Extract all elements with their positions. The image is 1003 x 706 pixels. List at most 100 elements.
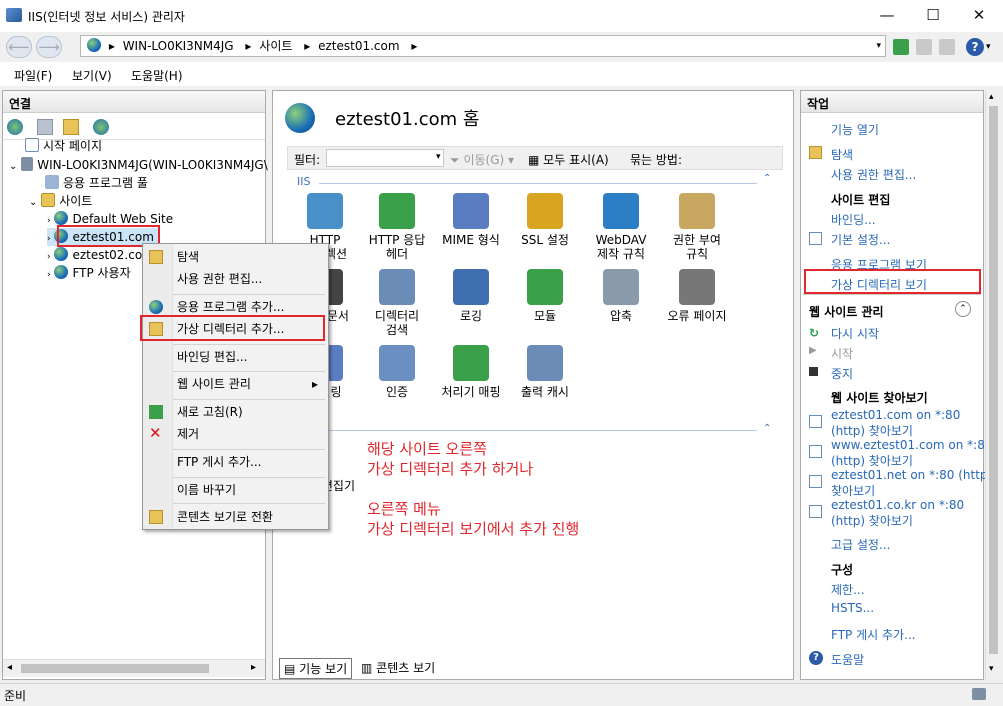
expand-caret[interactable]: ⌄ (9, 161, 17, 172)
expand-caret[interactable]: › (47, 234, 51, 244)
collapse-manage-icon[interactable]: ⌃ (955, 301, 971, 317)
tree-sites[interactable]: ⌄ 사이트 (29, 192, 92, 210)
feature-item[interactable]: 모듈 (509, 269, 581, 323)
feature-label: WebDAV 제작 규칙 (595, 233, 647, 261)
address-field[interactable]: ▸ WIN-LO0KI3NM4JG ▸ 사이트 ▸ eztest01.com ▸… (80, 35, 886, 57)
action-stop[interactable]: 중지 (831, 365, 853, 382)
feature-icon (603, 193, 639, 229)
cm-edit-bindings[interactable]: 바인딩 편집... (143, 346, 328, 368)
connect-icon[interactable] (7, 119, 23, 135)
collapse-other-icon[interactable]: ⌃ (763, 423, 771, 434)
back-button[interactable]: ⟵ (6, 36, 32, 58)
feature-item[interactable]: 디렉터리 검색 (361, 269, 433, 337)
disconnect-icon[interactable] (93, 119, 109, 135)
feature-item[interactable]: 출력 캐시 (509, 345, 581, 399)
add-application-icon (149, 300, 163, 314)
help-icon[interactable]: ? (966, 38, 984, 56)
cm-manage-website[interactable]: 웹 사이트 관리 ▸ (143, 373, 328, 395)
home-icon[interactable] (939, 39, 955, 55)
feature-item[interactable]: 오류 페이지 (661, 269, 733, 323)
action-add-ftp-publishing[interactable]: FTP 게시 추가... (831, 626, 916, 643)
cm-switch-content-view[interactable]: 콘텐츠 보기로 전환 (143, 506, 328, 528)
breadcrumb-sep: ▸ (108, 39, 115, 53)
show-all-button[interactable]: ▦ 모두 표시(A) (528, 151, 609, 168)
tab-content-view[interactable]: ▥ 콘텐츠 보기 (361, 659, 435, 676)
cm-refresh[interactable]: 새로 고침(R) (143, 401, 328, 423)
scroll-up-arrow[interactable]: ▴ (989, 92, 994, 102)
stop-icon[interactable] (916, 39, 932, 55)
tree-app-pools[interactable]: 응용 프로그램 풀 (45, 174, 148, 192)
start-icon: ▶ (809, 345, 817, 356)
action-help[interactable]: 도움말 (831, 651, 864, 668)
feature-label: 처리기 매핑 (441, 385, 501, 399)
filter-input[interactable] (326, 149, 444, 167)
minimize-button[interactable]: — (864, 0, 910, 32)
group-by-label[interactable]: 묶는 방법: (630, 151, 682, 168)
action-limits[interactable]: 제한... (831, 581, 865, 598)
up-folder-icon[interactable] (63, 119, 79, 135)
feature-item[interactable]: 인증 (361, 345, 433, 399)
collapse-iis-icon[interactable]: ⌃ (763, 173, 771, 184)
scroll-thumb[interactable] (989, 106, 998, 654)
actions-header: 작업 (801, 91, 983, 113)
feature-item[interactable]: WebDAV 제작 규칙 (585, 193, 657, 261)
collapse-caret[interactable]: › (47, 216, 51, 226)
collapse-caret[interactable]: › (47, 252, 51, 262)
feature-item[interactable]: 권한 부여 규칙 (661, 193, 733, 261)
scroll-right-arrow[interactable]: ▸ (251, 662, 256, 673)
go-button[interactable]: ⏷ 이동(G) ▾ (450, 151, 514, 168)
feature-item[interactable]: 로깅 (435, 269, 507, 323)
scroll-left-arrow[interactable]: ◂ (7, 662, 12, 673)
action-edit-permissions[interactable]: 사용 권한 편집... (831, 166, 916, 183)
action-restart[interactable]: 다시 시작 (831, 325, 879, 342)
feature-item[interactable]: HTTP 응답 헤더 (361, 193, 433, 261)
action-basic-settings[interactable]: 기본 설정... (831, 231, 890, 248)
filter-dropdown-icon[interactable]: ▾ (436, 152, 441, 162)
action-bindings[interactable]: 바인딩... (831, 211, 876, 228)
breadcrumb-sites[interactable]: 사이트 (259, 39, 292, 53)
feature-item[interactable]: 압축 (585, 269, 657, 323)
breadcrumb-site[interactable]: eztest01.com (318, 39, 399, 53)
action-open-feature[interactable]: 기능 열기 (831, 121, 879, 138)
annotation-line-4: 가상 디렉터리 보기에서 추가 진행 (367, 520, 580, 538)
close-button[interactable]: ✕ (956, 0, 1002, 32)
scroll-thumb[interactable] (21, 664, 209, 673)
browse-icon (809, 505, 822, 518)
tree-ftp-users[interactable]: › FTP 사용자 (47, 264, 131, 282)
feature-item[interactable]: 처리기 매핑 (435, 345, 507, 399)
left-hscrollbar[interactable]: ◂ ▸ (3, 659, 265, 677)
expand-caret[interactable]: ⌄ (29, 197, 37, 208)
action-explore[interactable]: 탐색 (831, 146, 853, 163)
maximize-button[interactable]: ☐ (910, 0, 956, 32)
action-browse-net[interactable]: eztest01.net on *:80 (http) 찾아보기 (831, 468, 992, 499)
feature-item[interactable]: SSL 설정 (509, 193, 581, 247)
feature-item[interactable]: MIME 형식 (435, 193, 507, 247)
tree-eztest02[interactable]: › eztest02.co (47, 246, 142, 264)
action-browse-cokr[interactable]: eztest01.co.kr on *:80 (http) 찾아보기 (831, 498, 964, 529)
action-browse-www[interactable]: www.eztest01.com on *:80 (http) 찾아보기 (831, 438, 992, 469)
cm-edit-permissions[interactable]: 사용 권한 편집... (143, 268, 328, 290)
tab-features-view[interactable]: ▤ 기능 보기 (279, 658, 353, 679)
forward-button[interactable]: ⟶ (36, 36, 62, 58)
menu-help[interactable]: 도움말(H) (131, 67, 183, 84)
save-icon[interactable] (37, 119, 53, 135)
cm-add-ftp-publishing[interactable]: FTP 게시 추가... (143, 451, 328, 473)
refresh-icon[interactable] (893, 39, 909, 55)
cm-remove[interactable]: ✕ 제거 (143, 423, 328, 445)
address-dropdown-icon[interactable]: ▾ (876, 36, 881, 56)
menu-view[interactable]: 보기(V) (72, 67, 112, 84)
action-start[interactable]: 시작 (831, 345, 853, 362)
cm-rename[interactable]: 이름 바꾸기 (143, 479, 328, 501)
actions-scrollbar[interactable]: ▴ ▾ (985, 90, 1001, 680)
action-browse-eztest01[interactable]: eztest01.com on *:80 (http) 찾아보기 (831, 408, 960, 439)
collapse-caret[interactable]: › (47, 270, 51, 280)
menu-file[interactable]: 파일(F) (14, 67, 52, 84)
breadcrumb-server[interactable]: WIN-LO0KI3NM4JG (123, 39, 234, 53)
action-advanced-settings[interactable]: 고급 설정... (831, 536, 890, 553)
cm-explore[interactable]: 탐색 (143, 246, 328, 268)
scroll-down-arrow[interactable]: ▾ (989, 664, 994, 674)
help-dropdown-icon[interactable]: ▾ (986, 42, 991, 52)
tree-server[interactable]: ⌄ WIN-LO0KI3NM4JG(WIN-LO0KI3NM4JG\ (9, 156, 268, 174)
tree-start-page[interactable]: 시작 페이지 (25, 137, 102, 155)
action-hsts[interactable]: HSTS... (831, 601, 874, 615)
